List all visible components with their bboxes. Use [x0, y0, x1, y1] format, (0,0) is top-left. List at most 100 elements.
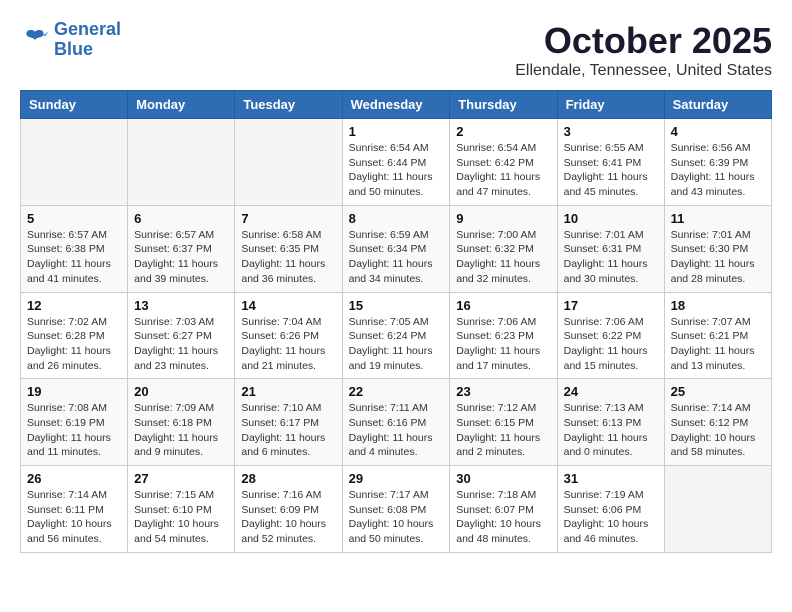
weekday-header-friday: Friday [557, 91, 664, 119]
day-info: Sunrise: 6:58 AM Sunset: 6:35 PM Dayligh… [241, 228, 335, 287]
day-number: 4 [671, 124, 765, 139]
day-info: Sunrise: 6:56 AM Sunset: 6:39 PM Dayligh… [671, 141, 765, 200]
day-info: Sunrise: 7:06 AM Sunset: 6:23 PM Dayligh… [456, 315, 550, 374]
calendar-cell: 30Sunrise: 7:18 AM Sunset: 6:07 PM Dayli… [450, 466, 557, 553]
calendar-cell: 2Sunrise: 6:54 AM Sunset: 6:42 PM Daylig… [450, 119, 557, 206]
day-info: Sunrise: 6:54 AM Sunset: 6:42 PM Dayligh… [456, 141, 550, 200]
week-row-5: 26 Sunrise: 7:14 AM Sunset: 6:11 PM Dayli… [21, 466, 772, 553]
weekday-header-monday: Monday [128, 91, 235, 119]
day-info: Sunrise: 6:55 AM Sunset: 6:41 PM Dayligh… [564, 141, 658, 200]
day-number: 30 [456, 471, 550, 486]
calendar-cell: 31 Sunrise: 7:19 AM Sunset: 6:06 PM Dayli… [557, 466, 664, 553]
day-number: 17 [564, 298, 658, 313]
logo-text: General Blue [54, 20, 121, 60]
day-info: Sunrise: 7:06 AM Sunset: 6:22 PM Dayligh… [564, 315, 658, 374]
day-info: Sunrise: 7:05 AM Sunset: 6:24 PM Dayligh… [349, 315, 444, 374]
week-row-2: 5 Sunrise: 6:57 AM Sunset: 6:38 PM Daylig… [21, 205, 772, 292]
day-info: Sunrise: 7:09 AM Sunset: 6:18 PM Dayligh… [134, 401, 228, 460]
day-number: 16 [456, 298, 550, 313]
day-info: Sunrise: 7:16 AM Sunset: 6:09 PM Dayligh… [241, 488, 335, 547]
calendar-cell: 21 Sunrise: 7:10 AM Sunset: 6:17 PM Dayli… [235, 379, 342, 466]
day-info: Sunrise: 7:14 AM Sunset: 6:11 PM Dayligh… [27, 488, 121, 547]
calendar-cell: 10 Sunrise: 7:01 AM Sunset: 6:31 PM Dayli… [557, 205, 664, 292]
day-info: Sunrise: 7:17 AM Sunset: 6:08 PM Dayligh… [349, 488, 444, 547]
day-number: 12 [27, 298, 121, 313]
day-info: Sunrise: 6:59 AM Sunset: 6:34 PM Dayligh… [349, 228, 444, 287]
day-number: 10 [564, 211, 658, 226]
calendar-cell: 26 Sunrise: 7:14 AM Sunset: 6:11 PM Dayli… [21, 466, 128, 553]
day-number: 14 [241, 298, 335, 313]
calendar-cell [235, 119, 342, 206]
calendar-cell: 4 Sunrise: 6:56 AM Sunset: 6:39 PM Daylig… [664, 119, 771, 206]
day-number: 28 [241, 471, 335, 486]
week-row-3: 12 Sunrise: 7:02 AM Sunset: 6:28 PM Dayli… [21, 292, 772, 379]
calendar-cell: 12 Sunrise: 7:02 AM Sunset: 6:28 PM Dayli… [21, 292, 128, 379]
day-info: Sunrise: 7:19 AM Sunset: 6:06 PM Dayligh… [564, 488, 658, 547]
day-number: 20 [134, 384, 228, 399]
calendar-cell: 7 Sunrise: 6:58 AM Sunset: 6:35 PM Daylig… [235, 205, 342, 292]
month-title: October 2025 [515, 20, 772, 62]
calendar-cell: 23 Sunrise: 7:12 AM Sunset: 6:15 PM Dayli… [450, 379, 557, 466]
day-info: Sunrise: 7:00 AM Sunset: 6:32 PM Dayligh… [456, 228, 550, 287]
calendar-cell [21, 119, 128, 206]
day-number: 21 [241, 384, 335, 399]
calendar-cell: 27Sunrise: 7:15 AM Sunset: 6:10 PM Dayli… [128, 466, 235, 553]
calendar-cell [664, 466, 771, 553]
logo-icon [20, 25, 50, 55]
day-number: 5 [27, 211, 121, 226]
day-number: 1 [349, 124, 444, 139]
calendar-cell: 9 Sunrise: 7:00 AM Sunset: 6:32 PM Daylig… [450, 205, 557, 292]
title-block: October 2025 Ellendale, Tennessee, Unite… [515, 20, 772, 80]
calendar-cell: 19 Sunrise: 7:08 AM Sunset: 6:19 PM Dayli… [21, 379, 128, 466]
weekday-header-tuesday: Tuesday [235, 91, 342, 119]
day-number: 25 [671, 384, 765, 399]
day-number: 26 [27, 471, 121, 486]
calendar-cell: 5 Sunrise: 6:57 AM Sunset: 6:38 PM Daylig… [21, 205, 128, 292]
day-number: 23 [456, 384, 550, 399]
weekday-header-saturday: Saturday [664, 91, 771, 119]
day-info: Sunrise: 7:02 AM Sunset: 6:28 PM Dayligh… [27, 315, 121, 374]
day-info: Sunrise: 7:03 AM Sunset: 6:27 PM Dayligh… [134, 315, 228, 374]
day-number: 7 [241, 211, 335, 226]
calendar-cell: 1Sunrise: 6:54 AM Sunset: 6:44 PM Daylig… [342, 119, 450, 206]
day-number: 29 [349, 471, 444, 486]
day-info: Sunrise: 7:13 AM Sunset: 6:13 PM Dayligh… [564, 401, 658, 460]
day-info: Sunrise: 7:04 AM Sunset: 6:26 PM Dayligh… [241, 315, 335, 374]
week-row-4: 19 Sunrise: 7:08 AM Sunset: 6:19 PM Dayli… [21, 379, 772, 466]
day-info: Sunrise: 7:01 AM Sunset: 6:31 PM Dayligh… [564, 228, 658, 287]
calendar-cell: 28 Sunrise: 7:16 AM Sunset: 6:09 PM Dayli… [235, 466, 342, 553]
day-number: 31 [564, 471, 658, 486]
day-info: Sunrise: 7:12 AM Sunset: 6:15 PM Dayligh… [456, 401, 550, 460]
day-info: Sunrise: 7:14 AM Sunset: 6:12 PM Dayligh… [671, 401, 765, 460]
location: Ellendale, Tennessee, United States [515, 62, 772, 80]
logo: General Blue [20, 20, 121, 60]
calendar-cell: 29 Sunrise: 7:17 AM Sunset: 6:08 PM Dayli… [342, 466, 450, 553]
day-number: 24 [564, 384, 658, 399]
day-number: 9 [456, 211, 550, 226]
calendar-cell: 20 Sunrise: 7:09 AM Sunset: 6:18 PM Dayli… [128, 379, 235, 466]
day-info: Sunrise: 6:57 AM Sunset: 6:37 PM Dayligh… [134, 228, 228, 287]
calendar-cell: 13 Sunrise: 7:03 AM Sunset: 6:27 PM Dayli… [128, 292, 235, 379]
day-number: 6 [134, 211, 228, 226]
day-info: Sunrise: 7:10 AM Sunset: 6:17 PM Dayligh… [241, 401, 335, 460]
day-number: 18 [671, 298, 765, 313]
weekday-header-row: SundayMondayTuesdayWednesdayThursdayFrid… [21, 91, 772, 119]
day-number: 19 [27, 384, 121, 399]
calendar-cell [128, 119, 235, 206]
weekday-header-thursday: Thursday [450, 91, 557, 119]
day-info: Sunrise: 7:07 AM Sunset: 6:21 PM Dayligh… [671, 315, 765, 374]
day-number: 15 [349, 298, 444, 313]
calendar-table: SundayMondayTuesdayWednesdayThursdayFrid… [20, 90, 772, 553]
calendar-cell: 16 Sunrise: 7:06 AM Sunset: 6:23 PM Dayli… [450, 292, 557, 379]
day-number: 13 [134, 298, 228, 313]
calendar-cell: 15 Sunrise: 7:05 AM Sunset: 6:24 PM Dayli… [342, 292, 450, 379]
day-number: 3 [564, 124, 658, 139]
day-info: Sunrise: 6:57 AM Sunset: 6:38 PM Dayligh… [27, 228, 121, 287]
calendar-cell: 14 Sunrise: 7:04 AM Sunset: 6:26 PM Dayli… [235, 292, 342, 379]
calendar-cell: 25 Sunrise: 7:14 AM Sunset: 6:12 PM Dayli… [664, 379, 771, 466]
day-info: Sunrise: 7:01 AM Sunset: 6:30 PM Dayligh… [671, 228, 765, 287]
calendar-cell: 8 Sunrise: 6:59 AM Sunset: 6:34 PM Daylig… [342, 205, 450, 292]
calendar-cell: 18 Sunrise: 7:07 AM Sunset: 6:21 PM Dayli… [664, 292, 771, 379]
day-info: Sunrise: 7:08 AM Sunset: 6:19 PM Dayligh… [27, 401, 121, 460]
day-number: 8 [349, 211, 444, 226]
